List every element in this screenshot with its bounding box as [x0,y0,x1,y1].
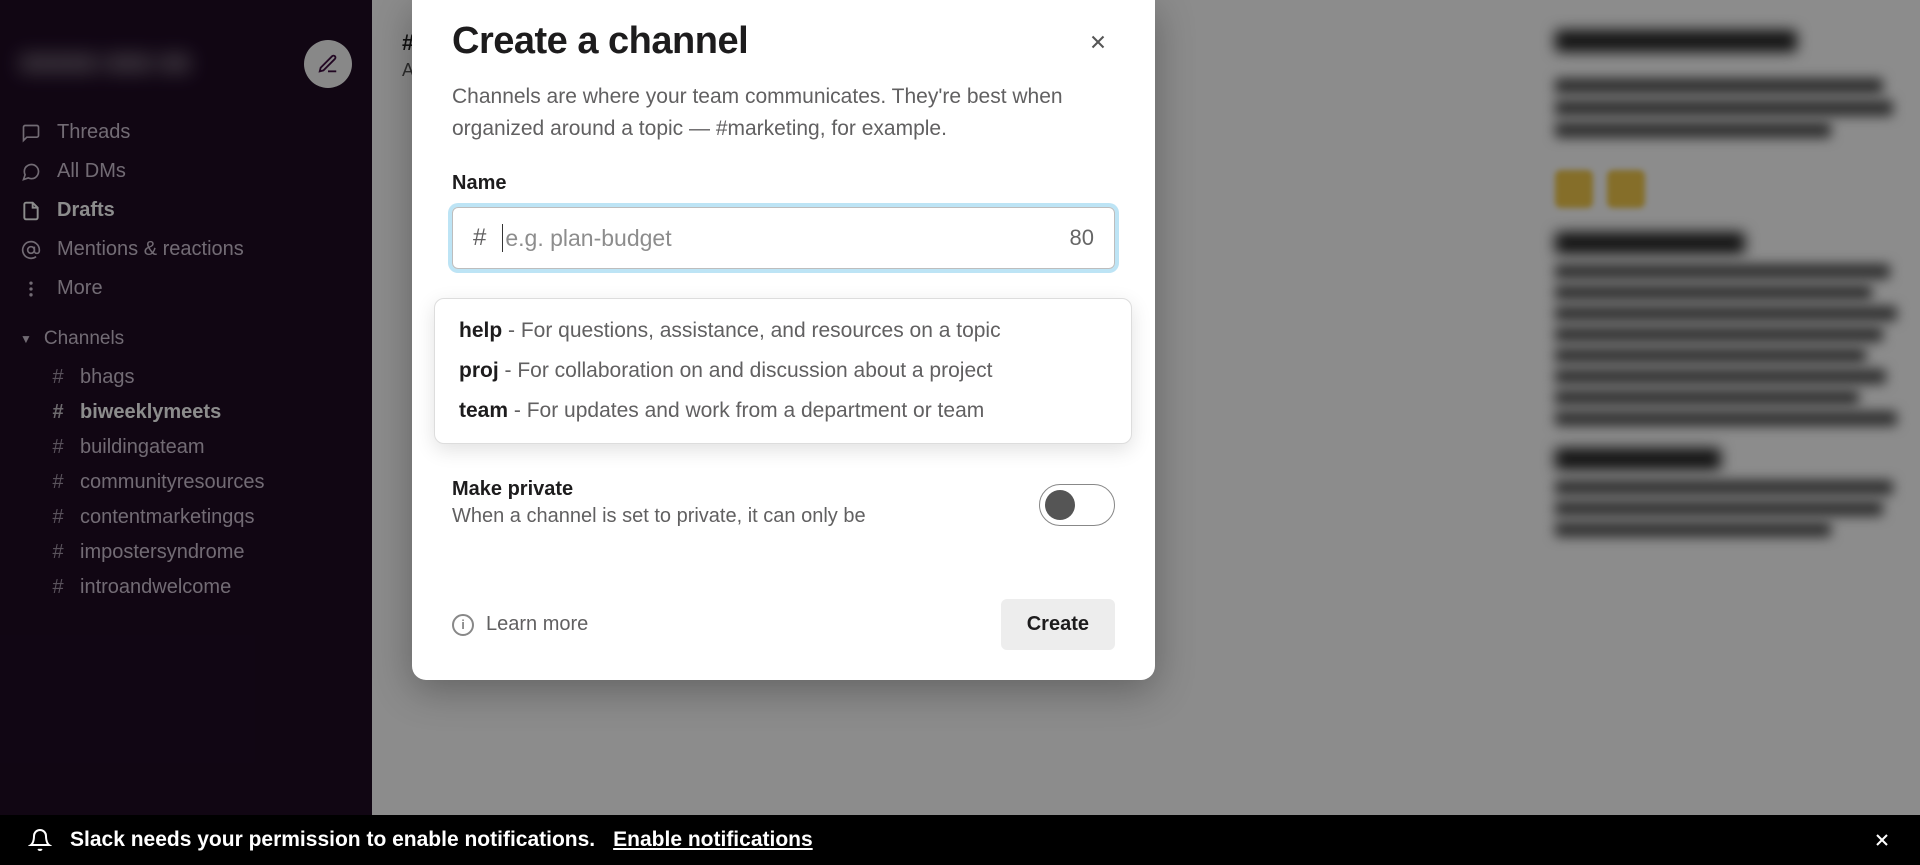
suggestion-prefix: help [459,319,502,342]
hash-prefix-icon: # [473,224,486,252]
enable-notifications-link[interactable]: Enable notifications [613,828,813,852]
learn-more-link[interactable]: i Learn more [452,613,588,636]
make-private-description: When a channel is set to private, it can… [452,505,866,528]
close-icon [1087,31,1109,53]
create-button[interactable]: Create [1001,599,1115,650]
suggestion-desc: - For updates and work from a department… [508,399,984,422]
notification-text: Slack needs your permission to enable no… [70,828,595,852]
toggle-knob [1045,490,1075,520]
suggestion-prefix: team [459,399,508,422]
suggestion-item[interactable]: help - For questions, assistance, and re… [435,311,1131,351]
make-private-toggle[interactable] [1039,484,1115,526]
suggestion-item[interactable]: team - For updates and work from a depar… [435,391,1131,431]
channel-name-input[interactable]: # e.g. plan-budget 80 [452,207,1115,269]
learn-more-label: Learn more [486,613,588,636]
bell-icon [28,828,52,852]
suggestion-desc: - For questions, assistance, and resourc… [502,319,1000,342]
dismiss-notification-button[interactable] [1872,830,1892,850]
close-icon [1872,830,1892,850]
input-placeholder: e.g. plan-budget [505,225,1069,252]
modal-title: Create a channel [452,20,748,63]
text-cursor [502,224,503,252]
char-remaining: 80 [1070,225,1094,251]
name-suggestions-dropdown: help - For questions, assistance, and re… [434,298,1132,444]
info-icon: i [452,614,474,636]
close-button[interactable] [1081,25,1115,59]
suggestion-desc: - For collaboration on and discussion ab… [499,359,993,382]
suggestion-prefix: proj [459,359,499,382]
make-private-label: Make private [452,478,866,501]
suggestion-item[interactable]: proj - For collaboration on and discussi… [435,351,1131,391]
modal-description: Channels are where your team communicate… [452,81,1115,144]
name-field-label: Name [452,172,1115,195]
notification-bar: Slack needs your permission to enable no… [0,815,1920,865]
